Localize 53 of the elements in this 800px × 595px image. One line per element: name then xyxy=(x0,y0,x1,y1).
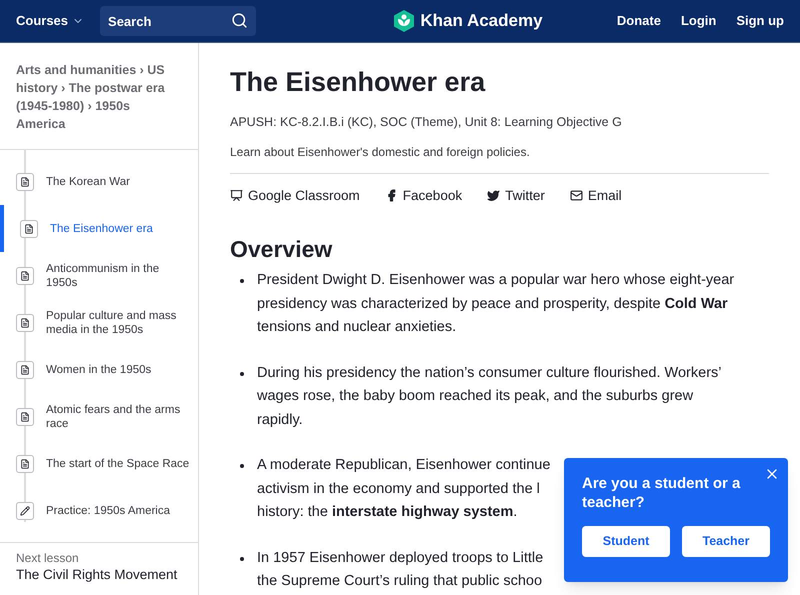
role-button[interactable]: Teacher xyxy=(682,526,770,557)
lesson-title: The Eisenhower era xyxy=(50,222,153,236)
lesson-title: Popular culture and mass media in the 1950s xyxy=(46,308,178,336)
lesson-title: Practice: 1950s America xyxy=(46,504,170,518)
logo-text: Khan Academy xyxy=(420,10,543,32)
document-icon xyxy=(16,360,34,378)
document-icon xyxy=(20,220,38,238)
pencil-icon xyxy=(16,502,34,520)
document-icon xyxy=(16,454,34,472)
lesson-item[interactable]: The Korean War xyxy=(0,158,198,205)
search-field[interactable]: Search xyxy=(100,6,256,36)
lesson-title: Anticommunism in the 1950s xyxy=(46,262,160,290)
lesson-title: Women in the 1950s xyxy=(46,362,152,376)
share-link[interactable]: Facebook xyxy=(384,186,462,206)
document-icon xyxy=(16,172,34,190)
twitter-icon xyxy=(487,189,500,202)
lesson-item[interactable]: The start of the Space Race xyxy=(0,440,198,487)
document-icon xyxy=(16,266,34,284)
popup-question: Are you a student or a teacher? xyxy=(582,474,742,512)
header-link[interactable]: Login xyxy=(680,11,716,31)
breadcrumb-trail[interactable]: Arts and humanities › US history › The postwar era (1945-1980) › 1950s America xyxy=(16,61,182,133)
lesson-item[interactable]: Practice: 1950s America xyxy=(0,487,198,534)
document-icon xyxy=(16,314,34,332)
bullet-paragraph: In 1957 Eisenhower deployed troops to Little the Supreme Court’s ruling that public schoo xyxy=(257,548,544,591)
lesson-item[interactable]: Women in the 1950s xyxy=(0,346,198,393)
next-lesson-link[interactable]: The Civil Rights Movement xyxy=(16,566,182,583)
bullet-paragraph: A moderate Republican, Eisenhower continue activism in the economy and supported the l history: the interstate highway system. xyxy=(257,456,550,522)
section-heading: Overview xyxy=(230,235,334,263)
lesson-title: The start of the Space Race xyxy=(46,456,190,470)
email-icon xyxy=(570,189,583,202)
lesson-item[interactable]: The Eisenhower era xyxy=(0,205,198,252)
standards-text: APUSH: KC-8.2.I.B.i (KC), SOC (Theme), Unit 8: Learning Objective G xyxy=(230,114,623,131)
description-text: Learn about Eisenhower's domestic and foreign policies. xyxy=(230,142,769,174)
share-link[interactable]: Email xyxy=(570,186,622,206)
classroom-icon xyxy=(230,189,243,202)
role-button[interactable]: Student xyxy=(582,526,670,557)
share-link[interactable]: Twitter xyxy=(487,186,545,206)
header-link[interactable]: Sign up xyxy=(736,11,784,31)
document-icon xyxy=(16,408,34,426)
leaf-logo-icon xyxy=(394,10,414,32)
lesson-title: Atomic fears and the arms race xyxy=(46,402,182,430)
bullet-paragraph: President Dwight D. Eisenhower was a popular war hero whose eight-year presidency was characterized by peace and prosperity, despite Cold War tensions and nuclear anxieties. xyxy=(257,271,734,337)
lesson-item[interactable]: Anticommunism in the 1950s xyxy=(0,252,198,299)
lesson-item[interactable]: Popular culture and mass media in the 1950s xyxy=(0,299,198,346)
courses-menu[interactable]: Courses xyxy=(16,11,84,31)
next-lesson-label: Next lesson xyxy=(16,551,80,566)
article-title: The Eisenhower era xyxy=(230,66,486,99)
lesson-title: The Korean War xyxy=(46,174,130,188)
lesson-item[interactable]: Atomic fears and the arms race xyxy=(0,393,198,440)
share-link[interactable]: Google Classroom xyxy=(230,186,360,206)
search-icon xyxy=(231,12,248,29)
header-link[interactable]: Donate xyxy=(616,11,661,31)
bullet-paragraph: During his presidency the nation’s consumer culture flourished. Workers’ wages rose, the baby boom reached its peak, and the suburbs grew rapidly. xyxy=(257,364,722,430)
